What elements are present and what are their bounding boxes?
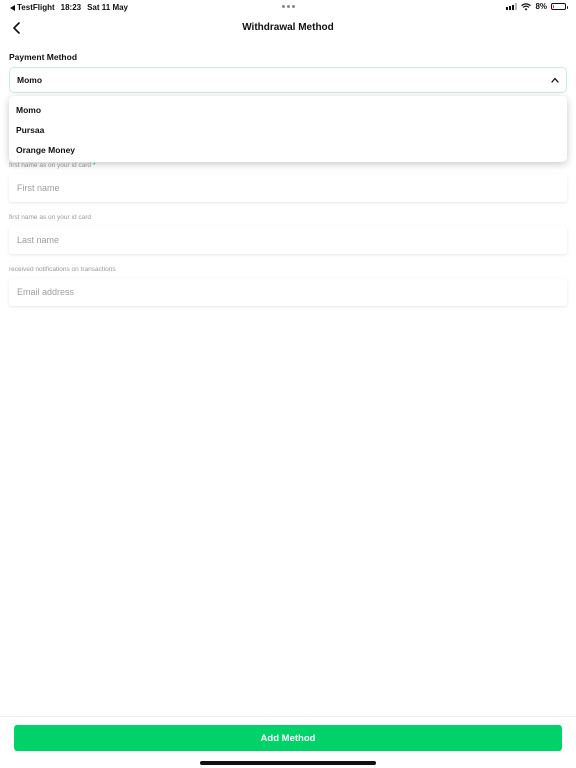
email-hint: received notifications on transactions [9,266,116,273]
payment-method-selected: Momo [17,75,43,85]
payment-method-dropdown: Momo Pursaa Orange Money [9,96,567,162]
first-name-hint: first name as on your id card * [9,162,95,169]
wifi-icon [521,2,532,11]
payment-method-label: Payment Method [9,52,78,62]
last-name-input[interactable] [9,226,567,254]
option-orange-money[interactable]: Orange Money [9,140,567,160]
status-bar: TestFlight 18:23 Sat 11 May 8% [0,0,576,14]
status-date: Sat 11 May [87,3,129,12]
add-method-button[interactable]: Add Method [14,725,562,751]
battery-percent: 8% [535,2,547,11]
status-right: 8% [506,2,568,11]
home-indicator[interactable] [200,761,376,765]
cellular-signal-icon [506,3,518,10]
battery-icon [551,3,568,10]
first-name-input[interactable] [9,174,567,202]
email-input[interactable] [9,278,567,306]
multitask-dots-icon[interactable] [282,5,295,8]
battery-level [553,5,554,8]
back-triangle-icon [10,4,15,11]
nav-bar: Withdrawal Method [0,14,576,42]
page-title: Withdrawal Method [242,22,334,33]
required-marker: * [92,162,96,169]
back-app-label: TestFlight [17,3,55,12]
status-left: TestFlight 18:23 Sat 11 May [10,3,128,12]
last-name-hint: first name as on your id card [9,214,92,221]
first-name-hint-text: first name as on your id card [9,162,92,169]
status-time: 18:23 [60,3,82,12]
chevron-up-icon [550,75,560,85]
back-to-app[interactable]: TestFlight [10,3,55,12]
payment-method-select[interactable]: Momo [9,67,567,93]
option-momo[interactable]: Momo [9,100,567,120]
bottom-bar: Add Method [0,716,576,768]
option-pursaa[interactable]: Pursaa [9,120,567,140]
